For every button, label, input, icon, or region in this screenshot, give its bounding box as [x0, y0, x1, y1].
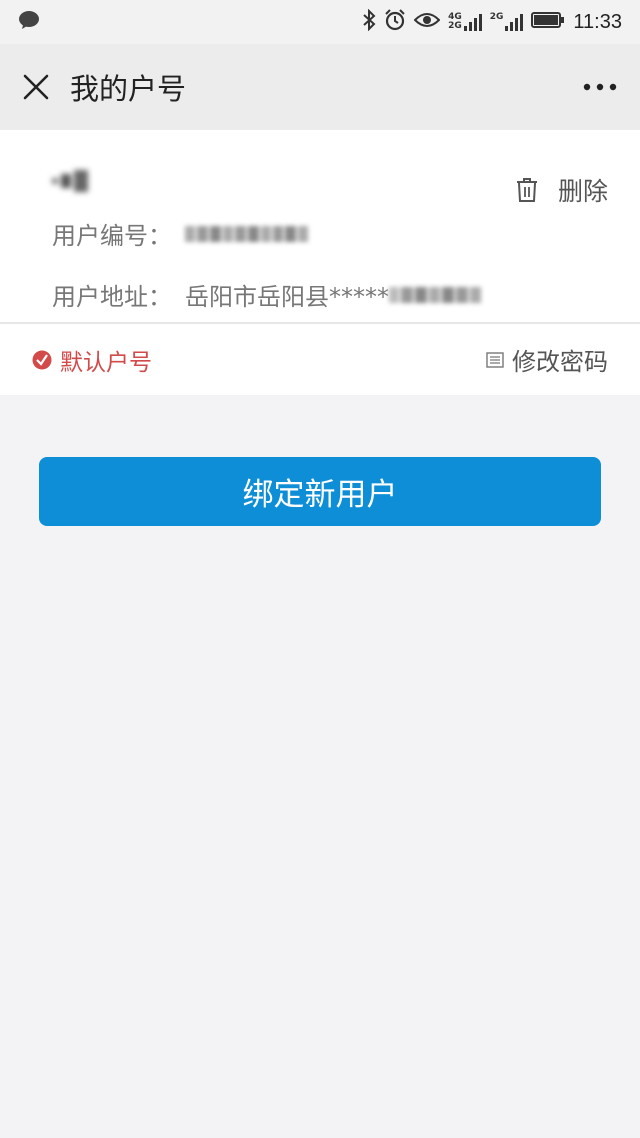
trash-icon: [516, 178, 537, 202]
change-password-button[interactable]: 修改密码: [486, 342, 608, 377]
battery-icon: [531, 11, 565, 33]
header: 我的户号: [0, 44, 640, 130]
eye-icon: [413, 11, 441, 33]
chat-bubble-icon: [18, 10, 40, 34]
signal-2g-icon: 2G: [490, 13, 524, 31]
change-password-label: 修改密码: [512, 348, 608, 376]
user-address-label: 用户地址：: [52, 283, 172, 311]
network-label-2g-second: 2G: [489, 12, 504, 22]
account-details: 删除 用户编号： 用户地址： 岳阳市岳阳县*****: [0, 130, 640, 322]
signal-4g-2g-icon: 4G 2G: [448, 13, 482, 31]
user-id-redacted: [185, 225, 308, 242]
default-account-tag[interactable]: 默认户号: [32, 343, 152, 377]
user-address-row: 用户地址： 岳阳市岳阳县*****: [52, 277, 608, 312]
status-left: [18, 10, 40, 34]
status-bar: 4G 2G 2G 11:33: [0, 0, 640, 44]
delete-button[interactable]: 删除: [516, 172, 608, 208]
account-actions: 默认户号 修改密码: [0, 324, 640, 395]
close-button[interactable]: [20, 71, 52, 103]
default-account-label: 默认户号: [60, 349, 152, 376]
account-card: 删除 用户编号： 用户地址： 岳阳市岳阳县***** 默认户号 修改密码: [0, 130, 640, 395]
more-options-button[interactable]: [580, 72, 620, 102]
network-label-2g: 2G: [448, 21, 462, 31]
bind-new-user-button[interactable]: 绑定新用户: [39, 457, 601, 526]
bluetooth-icon: [362, 8, 376, 35]
check-circle-icon: [32, 350, 52, 369]
user-id-label: 用户编号：: [52, 222, 172, 250]
alarm-icon: [384, 9, 406, 35]
delete-label: 删除: [557, 177, 608, 206]
close-icon: [23, 74, 49, 100]
more-dots-icon: [583, 83, 617, 91]
page-title: 我的户号: [70, 72, 187, 106]
status-right: 4G 2G 2G 11:33: [362, 8, 622, 35]
document-icon: [486, 351, 504, 368]
user-address-value: 岳阳市岳阳县*****: [185, 283, 389, 311]
status-time: 11:33: [573, 10, 622, 33]
account-name-redacted: [52, 166, 94, 196]
user-id-row: 用户编号：: [52, 216, 608, 251]
user-address-redacted: [389, 286, 481, 303]
